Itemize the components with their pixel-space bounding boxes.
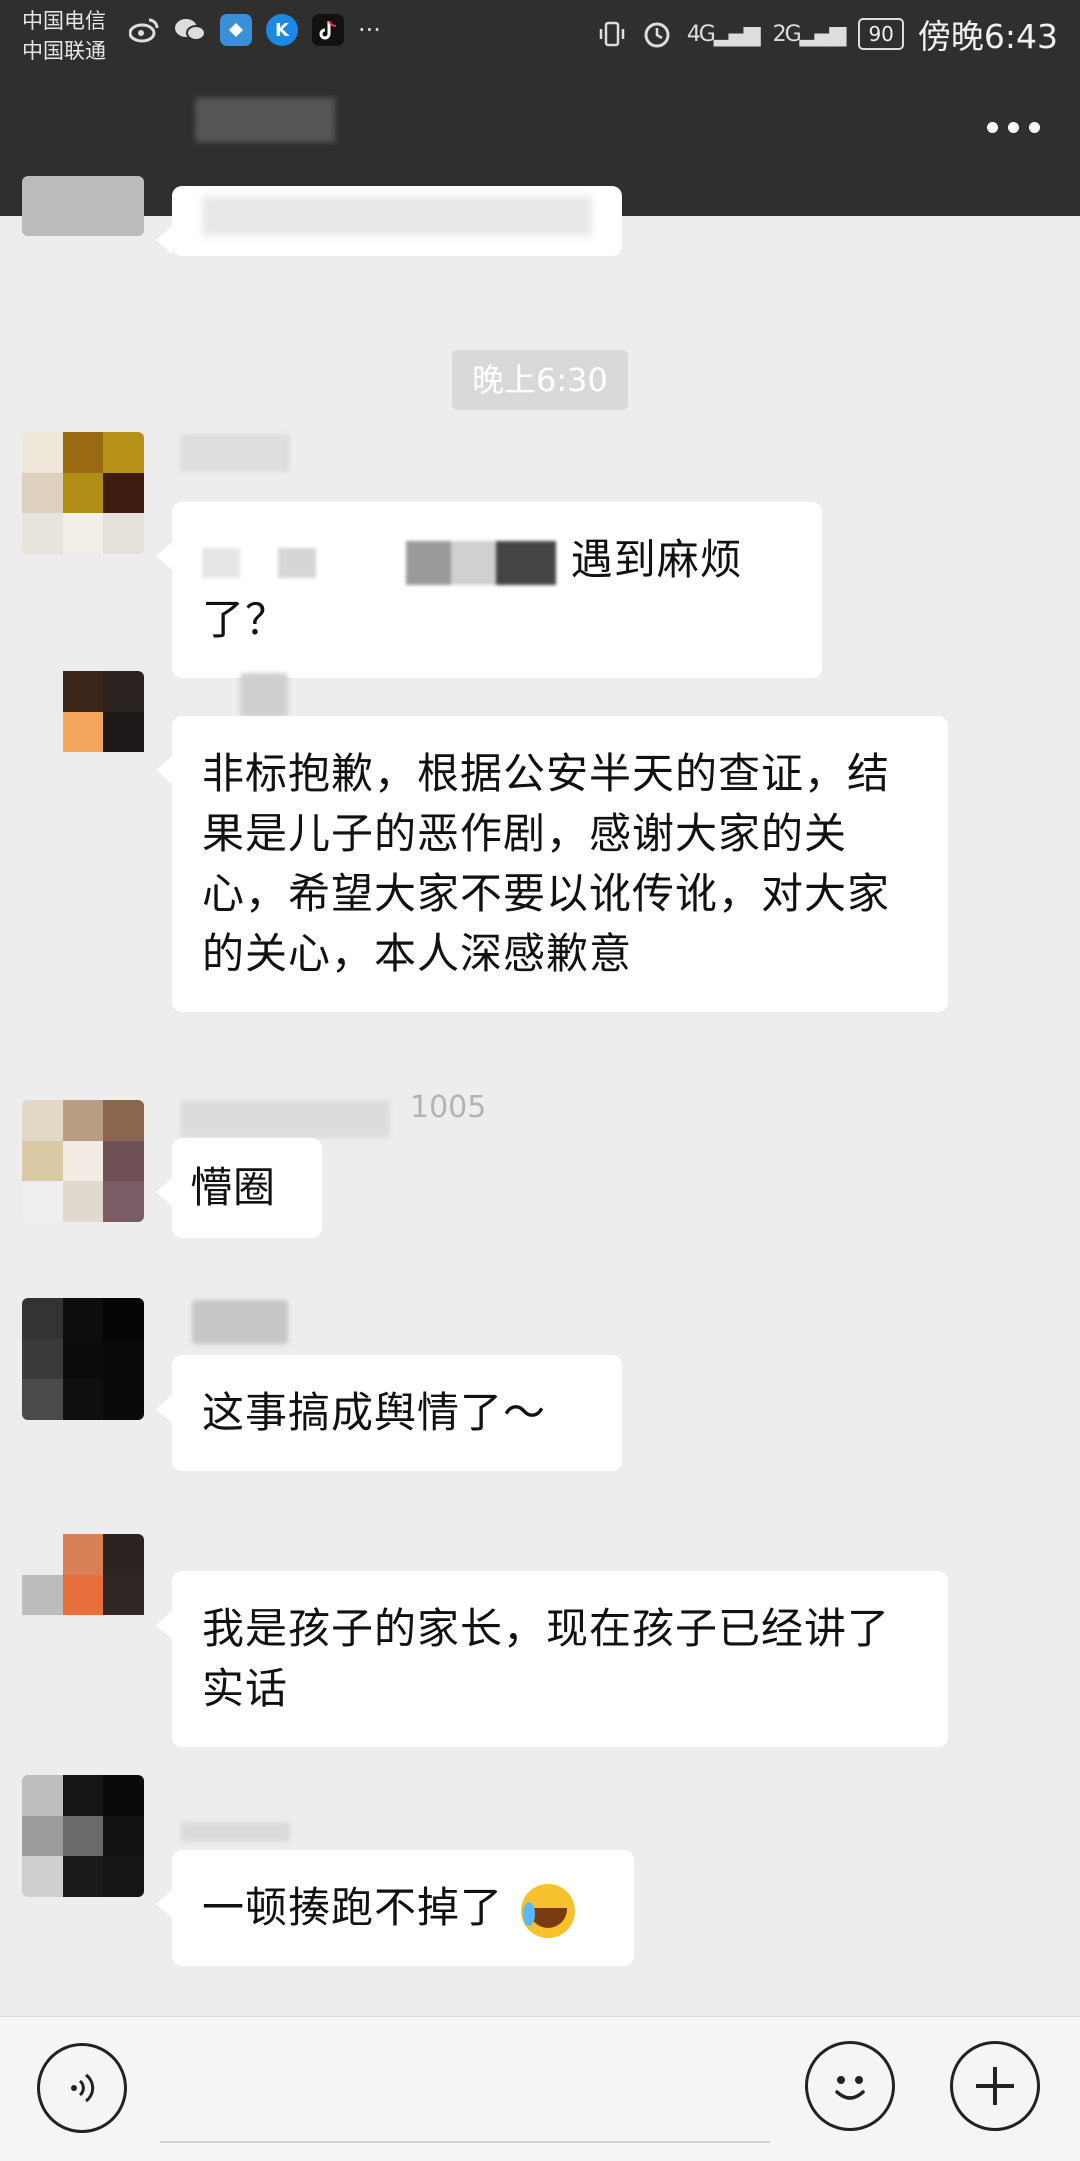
sender-name-blurred <box>180 434 290 472</box>
message-input[interactable] <box>160 2141 770 2143</box>
message-text: 这事搞成舆情了～ <box>202 1388 547 1437</box>
message-bubble[interactable]: 懵圈 <box>156 1138 322 1238</box>
wechat-icon <box>174 14 206 46</box>
avatar[interactable] <box>22 1100 144 1222</box>
weibo-icon <box>128 14 160 46</box>
avatar[interactable] <box>22 1775 144 1897</box>
avatar[interactable] <box>22 176 144 236</box>
avatar[interactable] <box>22 671 144 793</box>
signal-2-icon: 2G▂▄▆ <box>772 21 847 47</box>
message-bubble[interactable]: 遇到麻烦了？ <box>156 502 822 678</box>
alarm-icon <box>644 22 670 48</box>
chat-area[interactable]: 晚上6:30 遇到麻烦了？ 非标抱歉，根据公安半天的查证，结果是儿子的恶作剧，感… <box>0 176 1080 2016</box>
sender-name-suffix: 1005 <box>410 1090 487 1125</box>
message-text: 非标抱歉，根据公安半天的查证，结果是儿子的恶作剧，感谢大家的关心，希望大家不要以… <box>202 749 891 978</box>
voice-icon[interactable] <box>37 2043 127 2133</box>
blurred-text <box>202 196 592 236</box>
more-icon[interactable] <box>987 122 1040 133</box>
emoji-icon[interactable] <box>805 2041 895 2131</box>
blurred-text <box>406 540 557 585</box>
message-bubble[interactable]: 一顿揍跑不掉了 <box>156 1850 634 1966</box>
sender-name-blurred <box>192 1300 288 1344</box>
timestamp: 晚上6:30 <box>452 350 628 410</box>
tiktok-icon <box>312 14 344 46</box>
message-bubble-partial[interactable] <box>156 186 622 256</box>
app-icon <box>220 14 252 46</box>
avatar[interactable] <box>22 1534 144 1656</box>
message-text: 懵圈 <box>190 1163 277 1212</box>
sender-name-blurred <box>180 1822 290 1842</box>
carrier-2: 中国联通 <box>22 39 106 63</box>
message-bubble[interactable]: 这事搞成舆情了～ <box>156 1355 622 1471</box>
carrier-1: 中国电信 <box>22 9 106 33</box>
kugou-icon: K <box>266 14 298 46</box>
battery-indicator: 90 <box>858 18 904 50</box>
more-notifications: ··· <box>358 16 381 44</box>
avatar[interactable] <box>22 432 144 554</box>
clock: 傍晚6:43 <box>917 17 1058 56</box>
notification-icons: K ··· <box>128 14 381 46</box>
top-bar: 中国电信 中国联通 K ··· 4G▂▄▆ 2G▂▄▆ 90 傍晚6:43 <box>0 0 1080 216</box>
message-bubble[interactable]: 我是孩子的家长，现在孩子已经讲了实话 <box>156 1571 948 1747</box>
message-text: 我是孩子的家长，现在孩子已经讲了实话 <box>202 1604 891 1713</box>
message-bubble[interactable]: 非标抱歉，根据公安半天的查证，结果是儿子的恶作剧，感谢大家的关心，希望大家不要以… <box>156 716 948 1012</box>
avatar[interactable] <box>22 1298 144 1420</box>
vibrate-icon <box>599 21 625 47</box>
status-right: 4G▂▄▆ 2G▂▄▆ 90 傍晚6:43 <box>597 10 1058 58</box>
crying-laughing-emoji-icon <box>521 1883 576 1938</box>
plus-icon[interactable] <box>950 2041 1040 2131</box>
sender-name-blurred <box>240 673 288 717</box>
blurred-text <box>202 547 392 578</box>
input-bar <box>0 2016 1080 2161</box>
message-text: 一顿揍跑不掉了 <box>202 1883 504 1932</box>
signal-1-icon: 4G▂▄▆ <box>686 21 761 47</box>
carrier-info: 中国电信 中国联通 <box>22 6 106 66</box>
sender-name-blurred <box>180 1100 390 1138</box>
chat-title-blurred <box>195 98 335 142</box>
